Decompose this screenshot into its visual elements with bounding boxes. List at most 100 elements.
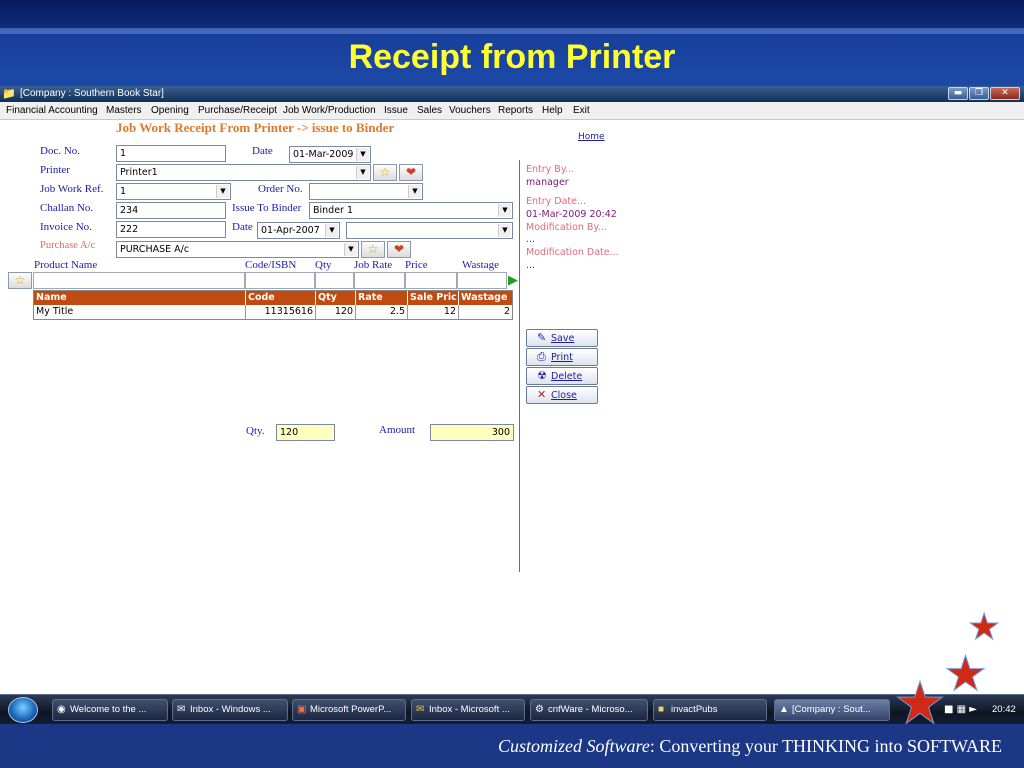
job-work-ref-select[interactable]: 1 ▼ [116,183,231,200]
menu-job-work-production[interactable]: Job Work/Production [283,105,376,116]
chevron-down-icon[interactable]: ▼ [325,224,338,237]
star-icon[interactable]: ☆ [373,164,397,181]
grid-header-rate[interactable]: Rate [356,291,408,305]
folder-icon: ■ [658,704,665,715]
delete-button[interactable]: ☢ Delete [526,367,598,385]
doc-no-field[interactable]: 1 [116,145,226,162]
col-wastage: Wastage [462,259,499,271]
challan-no-field[interactable]: 234 [116,202,226,219]
grid-header-qty[interactable]: Qty [316,291,356,305]
menu-reports[interactable]: Reports [498,105,533,116]
chevron-down-icon[interactable]: ▼ [344,243,357,256]
entry-date-value: 01-Mar-2009 20:42 [526,209,617,220]
chevron-down-icon[interactable]: ▼ [356,148,369,161]
grid-header-sale-price[interactable]: Sale Pric [408,291,459,305]
system-tray[interactable]: ■ ▦ ► [944,699,977,721]
date-field[interactable]: 01-Mar-2009 ▼ [289,146,371,163]
cell-rate: 2.5 [356,305,408,319]
chevron-down-icon[interactable]: ▼ [498,204,511,217]
window-titlebar: 📁 [Company : Southern Book Star] ▬ ❐ ✕ [0,86,1024,102]
delete-icon: ☢ [537,369,547,382]
menu-issue[interactable]: Issue [384,105,408,116]
chevron-down-icon[interactable]: ▼ [408,185,421,198]
cell-name: My Title [34,305,246,319]
menu-purchase-receipt[interactable]: Purchase/Receipt [198,105,277,116]
purchase-ac-label: Purchase A/c [40,240,96,251]
amount-label: Amount [379,424,416,436]
qty-input[interactable] [315,272,354,289]
heart-icon[interactable]: ❤ [387,241,411,258]
close-icon: ✕ [537,388,547,401]
col-product-name: Product Name [34,259,98,271]
job-rate-input[interactable] [354,272,405,289]
start-button[interactable] [8,697,38,723]
purchase-ac-value: PURCHASE A/c [120,244,190,255]
star-decoration-icon: ★ [943,646,988,702]
mod-by-label: Modification By... [526,222,607,233]
invoice-date-label: Date [232,221,253,233]
menu-exit[interactable]: Exit [573,105,590,116]
table-row[interactable]: My Title 11315616 120 2.5 12 2 [34,305,512,319]
menu-financial-accounting[interactable]: Financial Accounting [6,105,98,116]
product-name-input[interactable] [33,272,245,289]
doc-no-label: Doc. No. [40,145,81,157]
chevron-down-icon[interactable]: ▼ [498,224,511,237]
home-link[interactable]: Home [578,132,605,142]
taskbar-item-invactpubs[interactable]: ■ invactPubs [653,699,767,721]
grid-header-code[interactable]: Code [246,291,316,305]
amount-field[interactable]: 300 [430,424,514,441]
taskbar-item-powerpoint[interactable]: ▣ Microsoft PowerP... [292,699,406,721]
minimize-button[interactable]: ▬ [948,87,968,100]
price-input[interactable] [405,272,457,289]
chevron-down-icon[interactable]: ▼ [356,166,369,179]
purchase-ac-select[interactable]: PURCHASE A/c ▼ [116,241,359,258]
menu-vouchers[interactable]: Vouchers [449,105,491,116]
clock[interactable]: 20:42 [992,699,1016,721]
taskbar-item-cnfware[interactable]: ⚙ cnfWare - Microso... [530,699,648,721]
print-button[interactable]: ⎙ Print [526,348,598,366]
col-qty: Qty [315,259,332,271]
menu-opening[interactable]: Opening [151,105,189,116]
app-icon: ⚙ [535,704,544,715]
app-window: 📁 [Company : Southern Book Star] ▬ ❐ ✕ F… [0,86,1024,694]
issue-to-binder-select[interactable]: Binder 1 ▼ [309,202,513,219]
star-icon[interactable]: ☆ [8,272,32,289]
taskbar-item-inbox-windows[interactable]: ✉ Inbox - Windows ... [172,699,288,721]
menu-sales[interactable]: Sales [417,105,442,116]
close-button[interactable]: ✕ Close [526,386,598,404]
taskbar-item-inbox-microsoft[interactable]: ✉ Inbox - Microsoft ... [411,699,525,721]
mail-icon: ✉ [177,704,186,715]
heart-icon[interactable]: ❤ [399,164,423,181]
challan-no-label: Challan No. [40,202,94,214]
entry-date-label: Entry Date... [526,196,587,207]
order-no-select[interactable]: ▼ [309,183,423,200]
save-button[interactable]: ✎ Save [526,329,598,347]
grid-header-wastage[interactable]: Wastage [459,291,512,305]
col-price: Price [405,259,428,271]
close-window-button[interactable]: ✕ [990,87,1020,100]
chevron-down-icon[interactable]: ▼ [216,185,229,198]
browser-icon: ◉ [57,704,66,715]
receipt-form: Job Work Receipt From Printer -> issue t… [0,120,1024,694]
invoice-extra-select[interactable]: ▼ [346,222,513,239]
cell-code: 11315616 [246,305,316,319]
invoice-date-field[interactable]: 01-Apr-2007 ▼ [257,222,340,239]
printer-select[interactable]: Printer1 ▼ [116,164,371,181]
date-label: Date [252,145,273,157]
save-icon: ✎ [537,331,547,344]
maximize-button[interactable]: ❐ [969,87,989,100]
menu-masters[interactable]: Masters [106,105,142,116]
issue-to-binder-value: Binder 1 [313,205,354,216]
code-isbn-input[interactable] [245,272,315,289]
star-icon[interactable]: ☆ [361,241,385,258]
taskbar-item-welcome[interactable]: ◉ Welcome to the ... [52,699,168,721]
wastage-input[interactable] [457,272,507,289]
menu-help[interactable]: Help [542,105,563,116]
grid-header-name[interactable]: Name [34,291,246,305]
taskbar-item-company[interactable]: ▲ [Company : Sout... [774,699,890,721]
qty-total-field[interactable]: 120 [276,424,335,441]
invoice-date-value: 01-Apr-2007 [261,225,320,236]
printer-icon: ⎙ [537,350,546,363]
printer-label: Printer [40,164,70,176]
invoice-no-field[interactable]: 222 [116,221,226,238]
